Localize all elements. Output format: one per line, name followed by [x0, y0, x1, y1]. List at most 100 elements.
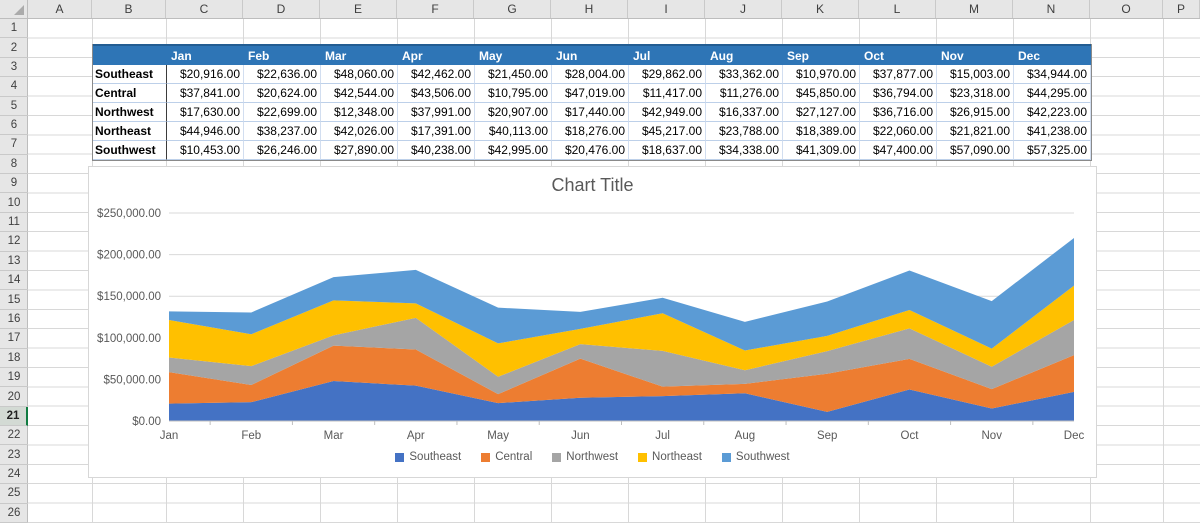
value-cell-central-oct[interactable]: $36,794.00 [860, 84, 937, 103]
region-label-northeast[interactable]: Northeast [93, 122, 167, 141]
value-cell-central-mar[interactable]: $42,544.00 [321, 84, 398, 103]
value-cell-southwest-sep[interactable]: $41,309.00 [783, 141, 860, 160]
value-cell-northeast-jun[interactable]: $18,276.00 [552, 122, 629, 141]
value-cell-northwest-may[interactable]: $20,907.00 [475, 103, 552, 122]
value-cell-northwest-feb[interactable]: $22,699.00 [244, 103, 321, 122]
value-cell-southwest-oct[interactable]: $47,400.00 [860, 141, 937, 160]
value-cell-northwest-dec[interactable]: $42,223.00 [1014, 103, 1091, 122]
region-label-central[interactable]: Central [93, 84, 167, 103]
column-header-i[interactable]: I [628, 0, 705, 18]
value-cell-southeast-sep[interactable]: $10,970.00 [783, 65, 860, 84]
value-cell-northwest-jan[interactable]: $17,630.00 [167, 103, 244, 122]
column-header-c[interactable]: C [166, 0, 243, 18]
month-header-cell-sep[interactable]: Sep [783, 44, 860, 65]
value-cell-southeast-feb[interactable]: $22,636.00 [244, 65, 321, 84]
month-header-cell-aug[interactable]: Aug [706, 44, 783, 65]
value-cell-northeast-feb[interactable]: $38,237.00 [244, 122, 321, 141]
column-header-o[interactable]: O [1090, 0, 1163, 18]
value-cell-northeast-dec[interactable]: $41,238.00 [1014, 122, 1091, 141]
month-header-cell-oct[interactable]: Oct [860, 44, 937, 65]
value-cell-northwest-nov[interactable]: $26,915.00 [937, 103, 1014, 122]
value-cell-southwest-may[interactable]: $42,995.00 [475, 141, 552, 160]
column-header-g[interactable]: G [474, 0, 551, 18]
row-header-16[interactable]: 16 [0, 310, 28, 330]
row-header-5[interactable]: 5 [0, 97, 28, 116]
value-cell-southwest-jul[interactable]: $18,637.00 [629, 141, 706, 160]
chart-title[interactable]: Chart Title [89, 175, 1096, 196]
row-header-4[interactable]: 4 [0, 77, 28, 97]
region-label-northwest[interactable]: Northwest [93, 103, 167, 122]
month-header-cell-nov[interactable]: Nov [937, 44, 1014, 65]
legend-item-southwest[interactable]: Southwest [721, 451, 790, 463]
region-label-southwest[interactable]: Southwest [93, 141, 167, 160]
region-label-southeast[interactable]: Southeast [93, 65, 167, 84]
value-cell-northwest-oct[interactable]: $36,716.00 [860, 103, 937, 122]
value-cell-northwest-aug[interactable]: $16,337.00 [706, 103, 783, 122]
value-cell-southeast-jun[interactable]: $28,004.00 [552, 65, 629, 84]
value-cell-northwest-apr[interactable]: $37,991.00 [398, 103, 475, 122]
month-header-cell-may[interactable]: May [475, 44, 552, 65]
column-header-d[interactable]: D [243, 0, 320, 18]
legend-item-southeast[interactable]: Southeast [395, 451, 461, 463]
value-cell-central-may[interactable]: $10,795.00 [475, 84, 552, 103]
value-cell-northeast-apr[interactable]: $17,391.00 [398, 122, 475, 141]
column-header-m[interactable]: M [936, 0, 1013, 18]
month-header-cell-mar[interactable]: Mar [321, 44, 398, 65]
value-cell-southeast-jan[interactable]: $20,916.00 [167, 65, 244, 84]
month-header-cell-jul[interactable]: Jul [629, 44, 706, 65]
row-header-10[interactable]: 10 [0, 193, 28, 213]
value-cell-southeast-apr[interactable]: $42,462.00 [398, 65, 475, 84]
value-cell-southeast-dec[interactable]: $34,944.00 [1014, 65, 1091, 84]
legend-item-northeast[interactable]: Northeast [638, 451, 702, 463]
row-header-8[interactable]: 8 [0, 155, 28, 175]
column-header-e[interactable]: E [320, 0, 397, 18]
column-header-p[interactable]: P [1163, 0, 1200, 18]
row-header-26[interactable]: 26 [0, 504, 28, 523]
row-header-22[interactable]: 22 [0, 426, 28, 446]
value-cell-northwest-jun[interactable]: $17,440.00 [552, 103, 629, 122]
month-header-cell-dec[interactable]: Dec [1014, 44, 1091, 65]
row-header-19[interactable]: 19 [0, 368, 28, 388]
value-cell-southeast-oct[interactable]: $37,877.00 [860, 65, 937, 84]
value-cell-northeast-nov[interactable]: $21,821.00 [937, 122, 1014, 141]
row-header-25[interactable]: 25 [0, 484, 28, 504]
value-cell-northwest-sep[interactable]: $27,127.00 [783, 103, 860, 122]
area-chart[interactable]: $0.00 $50,000.00 $100,000.00 $150,000.00 $20… [88, 166, 1097, 478]
value-cell-central-jan[interactable]: $37,841.00 [167, 84, 244, 103]
value-cell-southwest-mar[interactable]: $27,890.00 [321, 141, 398, 160]
value-cell-southeast-mar[interactable]: $48,060.00 [321, 65, 398, 84]
value-cell-northwest-jul[interactable]: $42,949.00 [629, 103, 706, 122]
value-cell-northeast-oct[interactable]: $22,060.00 [860, 122, 937, 141]
row-header-12[interactable]: 12 [0, 232, 28, 252]
value-cell-southwest-dec[interactable]: $57,325.00 [1014, 141, 1091, 160]
value-cell-southwest-feb[interactable]: $26,246.00 [244, 141, 321, 160]
column-header-l[interactable]: L [859, 0, 936, 18]
value-cell-southeast-jul[interactable]: $29,862.00 [629, 65, 706, 84]
column-header-n[interactable]: N [1013, 0, 1090, 18]
value-cell-northeast-sep[interactable]: $18,389.00 [783, 122, 860, 141]
row-header-21[interactable]: 21 [0, 406, 28, 427]
value-cell-southwest-nov[interactable]: $57,090.00 [937, 141, 1014, 160]
row-header-14[interactable]: 14 [0, 271, 28, 291]
value-cell-northeast-jan[interactable]: $44,946.00 [167, 122, 244, 141]
value-cell-central-dec[interactable]: $44,295.00 [1014, 84, 1091, 103]
column-header-j[interactable]: J [705, 0, 782, 18]
value-cell-northeast-mar[interactable]: $42,026.00 [321, 122, 398, 141]
column-header-b[interactable]: B [92, 0, 166, 18]
row-header-11[interactable]: 11 [0, 213, 28, 233]
row-header-9[interactable]: 9 [0, 174, 28, 194]
row-header-17[interactable]: 17 [0, 329, 28, 349]
value-cell-central-jul[interactable]: $11,417.00 [629, 84, 706, 103]
value-cell-southwest-jun[interactable]: $20,476.00 [552, 141, 629, 160]
legend-item-central[interactable]: Central [481, 451, 532, 463]
month-header-cell-apr[interactable]: Apr [398, 44, 475, 65]
value-cell-southwest-apr[interactable]: $40,238.00 [398, 141, 475, 160]
row-header-1[interactable]: 1 [0, 19, 28, 39]
value-cell-central-aug[interactable]: $11,276.00 [706, 84, 783, 103]
month-header-cell-feb[interactable]: Feb [244, 44, 321, 65]
month-header-cell-jun[interactable]: Jun [552, 44, 629, 65]
value-cell-central-sep[interactable]: $45,850.00 [783, 84, 860, 103]
column-header-f[interactable]: F [397, 0, 474, 18]
value-cell-central-feb[interactable]: $20,624.00 [244, 84, 321, 103]
value-cell-central-apr[interactable]: $43,506.00 [398, 84, 475, 103]
